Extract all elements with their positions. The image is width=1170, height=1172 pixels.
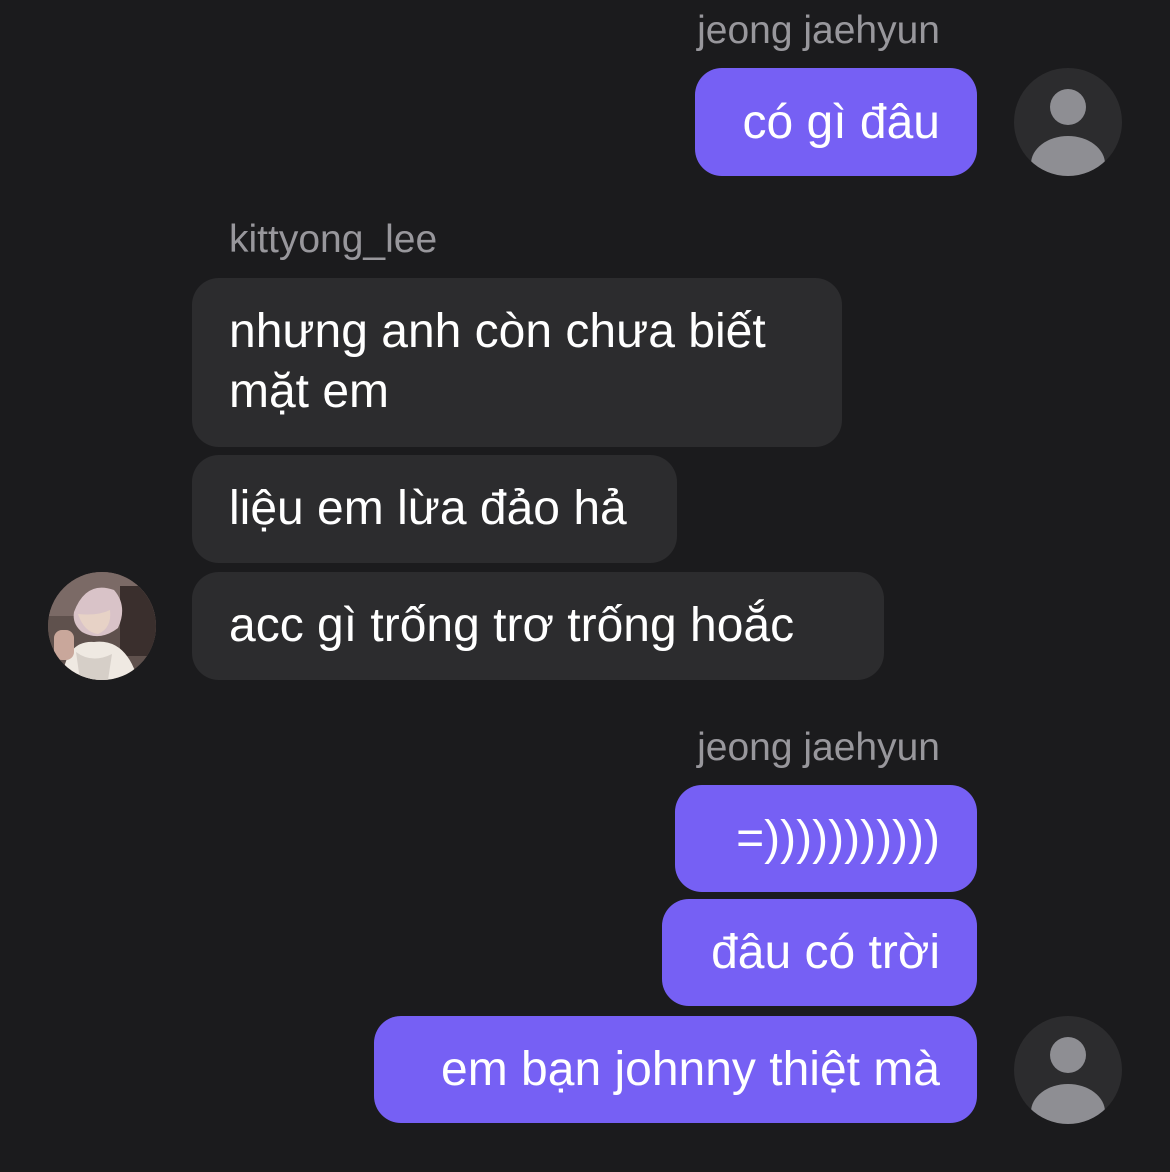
message-bubble-outgoing[interactable]: có gì đâu [695,68,977,176]
message-text-line-2: mặt em [229,365,390,418]
user-avatar[interactable] [1014,68,1122,176]
message-bubble-incoming[interactable]: liệu em lừa đảo hả [192,455,677,563]
message-text-line-1: nhưng anh còn chưa biết [229,305,766,358]
person-silhouette-icon [1031,89,1105,176]
person-silhouette-icon [1031,1037,1105,1124]
message-bubble-incoming[interactable]: nhưng anh còn chưa biết mặt em [192,278,842,447]
message-bubble-outgoing[interactable]: đâu có trời [662,899,977,1006]
contact-avatar[interactable] [48,572,156,680]
sender-name-kittyong-lee: kittyong_lee [229,218,438,261]
profile-photo [48,572,156,680]
message-bubble-outgoing[interactable]: em bạn johnny thiệt mà [374,1016,977,1123]
sender-name-jeong-jaehyun: jeong jaehyun [697,9,940,52]
user-avatar[interactable] [1014,1016,1122,1124]
message-text: acc gì trống trơ trống hoắc [229,599,795,652]
message-text: có gì đâu [742,96,940,149]
sender-name-jeong-jaehyun: jeong jaehyun [697,726,940,769]
message-text: đâu có trời [711,926,940,979]
message-text: =))))))))))) [736,812,940,865]
message-bubble-incoming[interactable]: acc gì trống trơ trống hoắc [192,572,884,680]
message-text: em bạn johnny thiệt mà [441,1043,940,1096]
message-text: liệu em lừa đảo hả [229,482,627,535]
message-bubble-outgoing[interactable]: =))))))))))) [675,785,977,892]
